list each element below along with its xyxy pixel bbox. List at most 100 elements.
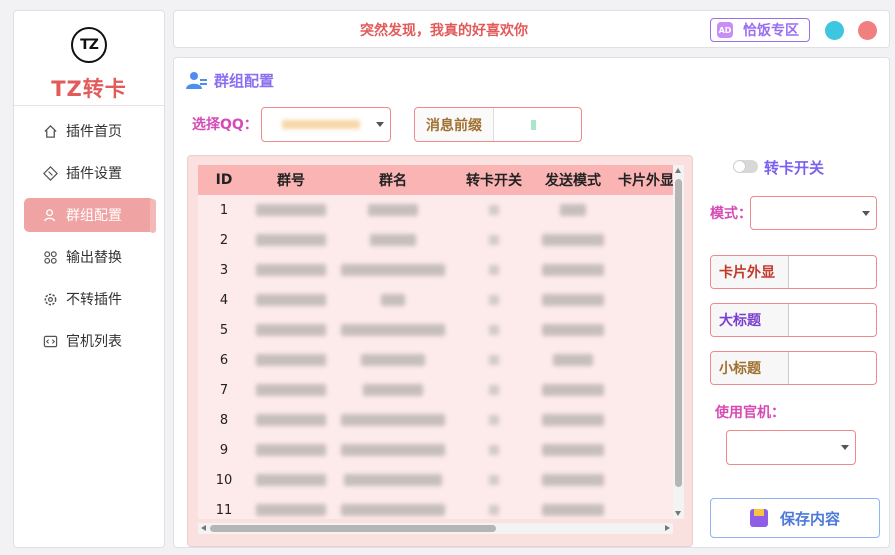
redacted-value <box>542 504 604 516</box>
row-switch <box>454 345 534 375</box>
row-mode <box>534 195 612 225</box>
official-select[interactable] <box>726 430 856 465</box>
row-card <box>612 225 673 255</box>
sidebar-item-official-list[interactable]: 官机列表 <box>24 324 154 358</box>
save-label: 保存内容 <box>779 509 840 528</box>
redacted-value <box>341 444 445 456</box>
active-indicator <box>150 199 156 233</box>
sidebar-item-label: 插件设置 <box>66 166 122 182</box>
horizontal-scroll-thumb[interactable] <box>210 525 496 532</box>
table-body: 1 2 3 4 5 6 7 8 9 10 11 <box>198 195 673 519</box>
scroll-down-icon[interactable] <box>675 511 681 516</box>
convert-toggle[interactable] <box>733 160 758 173</box>
row-id: 3 <box>219 262 229 278</box>
scroll-right-icon[interactable] <box>665 525 670 531</box>
sidebar-item-output-replace[interactable]: 输出替换 <box>24 240 154 274</box>
official-label: 使用官机： <box>715 405 785 421</box>
vertical-scrollbar[interactable] <box>673 165 684 519</box>
big-title-field[interactable]: 大标题 <box>710 303 877 337</box>
redacted-value <box>341 264 445 276</box>
redacted-value <box>370 234 416 246</box>
chevron-down-icon <box>376 122 384 127</box>
chevron-down-icon <box>841 445 849 450</box>
redacted-value <box>256 474 326 486</box>
row-switch <box>454 435 534 465</box>
rice-zone-button[interactable]: AD 恰饭专区 <box>710 18 810 42</box>
row-card <box>612 195 673 225</box>
row-switch <box>454 255 534 285</box>
row-switch <box>454 405 534 435</box>
scroll-up-icon[interactable] <box>675 168 681 173</box>
redacted-value <box>361 354 425 366</box>
table-row[interactable]: 2 <box>198 225 673 255</box>
row-mode <box>534 405 612 435</box>
table-row[interactable]: 8 <box>198 405 673 435</box>
redacted-value <box>256 504 326 516</box>
row-switch <box>454 465 534 495</box>
redacted-value <box>256 354 326 366</box>
row-mode <box>534 495 612 519</box>
redacted-value <box>341 414 445 426</box>
row-group-name <box>332 285 454 315</box>
scroll-left-icon[interactable] <box>201 525 206 531</box>
row-switch <box>454 315 534 345</box>
row-group-number <box>250 255 332 285</box>
table-row[interactable]: 7 <box>198 375 673 405</box>
column-header-id[interactable]: ID <box>198 165 250 195</box>
table-row[interactable]: 4 <box>198 285 673 315</box>
text-cursor <box>531 120 536 130</box>
redacted-value <box>256 204 326 216</box>
prefix-field[interactable]: 消息前缀 <box>414 107 582 142</box>
redacted-value <box>489 205 499 215</box>
small-title-field[interactable]: 小标题 <box>710 351 877 385</box>
table-row[interactable]: 5 <box>198 315 673 345</box>
redacted-value <box>553 354 593 366</box>
column-header-group-name[interactable]: 群名 <box>332 165 454 195</box>
redacted-value <box>256 294 326 306</box>
row-group-number <box>250 465 332 495</box>
column-header-group-number[interactable]: 群号 <box>250 165 332 195</box>
row-id: 7 <box>219 382 229 398</box>
close-button[interactable] <box>858 21 877 40</box>
save-button[interactable]: 保存内容 <box>710 498 880 538</box>
column-header-switch[interactable]: 转卡开关 <box>454 165 534 195</box>
mode-label: 模式： <box>710 206 752 222</box>
column-header-mode[interactable]: 发送模式 <box>534 165 612 195</box>
minimize-button[interactable] <box>825 21 844 40</box>
table-row[interactable]: 11 <box>198 495 673 519</box>
banner-message: 突然发现，我真的好喜欢你 <box>360 23 528 39</box>
row-group-number <box>250 315 332 345</box>
mode-select[interactable] <box>750 196 877 230</box>
row-id: 5 <box>219 322 229 338</box>
redacted-value <box>542 384 604 396</box>
row-mode <box>534 345 612 375</box>
table-row[interactable]: 10 <box>198 465 673 495</box>
table-row[interactable]: 9 <box>198 435 673 465</box>
column-header-card[interactable]: 卡片外显 <box>612 165 673 195</box>
redacted-value <box>489 355 499 365</box>
row-card <box>612 255 673 285</box>
table-row[interactable]: 1 <box>198 195 673 225</box>
table-row[interactable]: 3 <box>198 255 673 285</box>
sidebar-item-home[interactable]: 插件首页 <box>24 114 154 148</box>
card-display-field[interactable]: 卡片外显 <box>710 255 877 289</box>
grid-icon <box>42 249 58 265</box>
row-id: 6 <box>219 352 229 368</box>
horizontal-scrollbar[interactable] <box>198 523 673 534</box>
sidebar-item-no-convert[interactable]: 不转插件 <box>24 282 154 316</box>
qq-select[interactable] <box>261 107 391 142</box>
row-group-name <box>332 435 454 465</box>
redacted-value <box>363 384 423 396</box>
row-id: 8 <box>219 412 229 428</box>
row-switch <box>454 375 534 405</box>
sidebar-item-group-config[interactable]: 群组配置 <box>24 198 154 232</box>
redacted-value <box>489 385 499 395</box>
redacted-value <box>489 325 499 335</box>
vertical-scroll-thumb[interactable] <box>675 179 682 487</box>
ad-icon: AD <box>717 22 733 38</box>
sidebar-item-settings[interactable]: 插件设置 <box>24 156 154 190</box>
row-group-name <box>332 495 454 519</box>
qq-label: 选择QQ： <box>192 117 258 133</box>
main-panel: 群组配置 选择QQ： 消息前缀 ID 群号 群名 转卡开关 发送模式 卡片外显 … <box>173 57 890 548</box>
table-row[interactable]: 6 <box>198 345 673 375</box>
